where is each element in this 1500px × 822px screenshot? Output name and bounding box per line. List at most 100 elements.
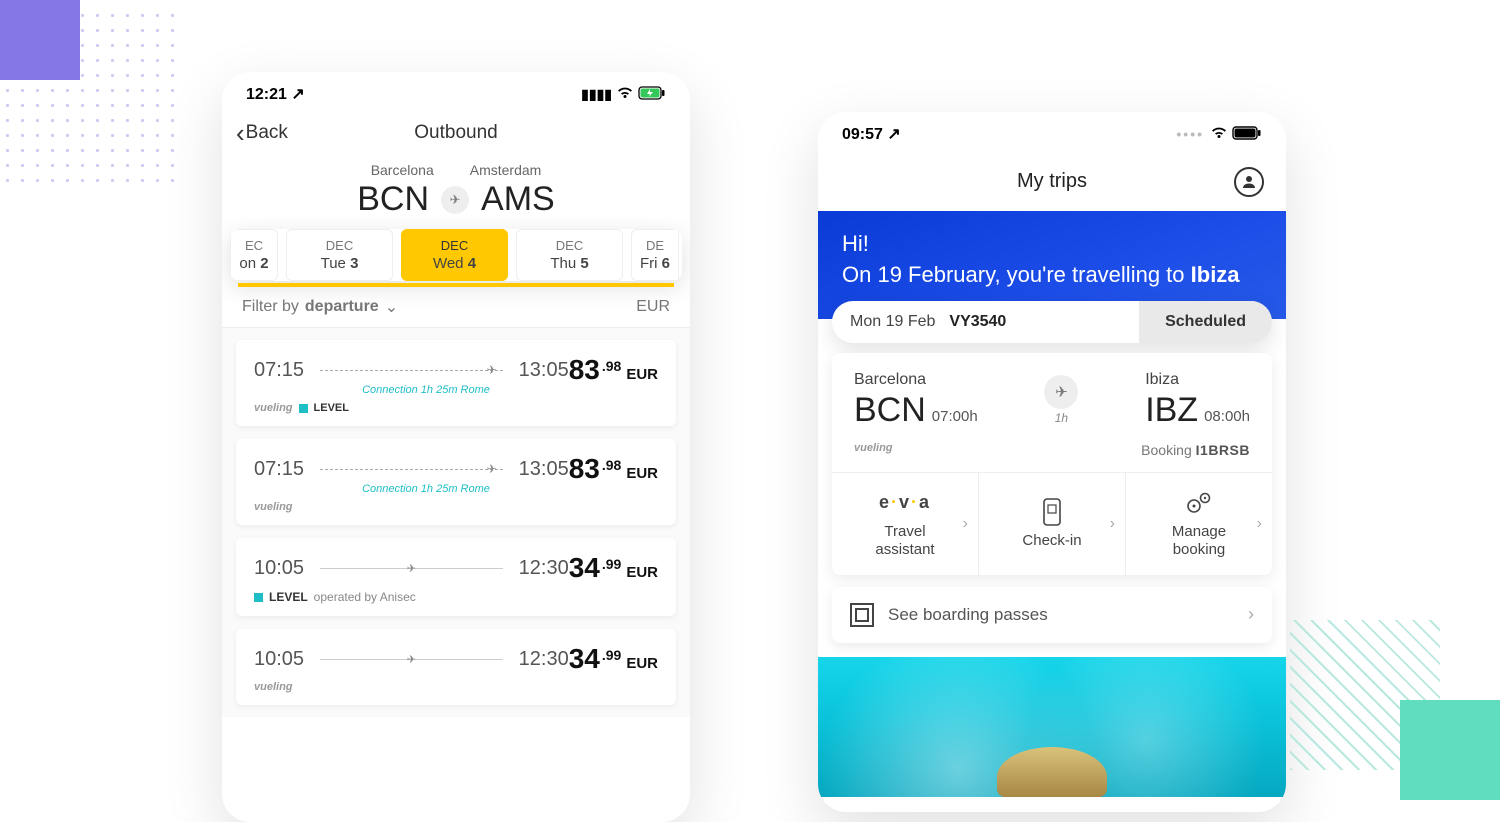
decoration-teal-square (1400, 700, 1500, 800)
flight-times: 07:15✈13:05 (254, 359, 569, 382)
date-day: Tue 3 (287, 255, 392, 272)
back-label: Back (246, 122, 288, 144)
trip-status-button[interactable]: Scheduled (1139, 301, 1272, 343)
signal-icon: ▮▮▮▮ (581, 86, 612, 103)
header: My trips (818, 156, 1286, 211)
arrival-time: 13:05 (519, 458, 569, 481)
price-main: 83 (569, 354, 600, 386)
from-code: BCN (357, 180, 429, 219)
hero-subtitle: On 19 February, you're travelling to Ibi… (842, 260, 1262, 291)
status-time: 12:21 ↗ (246, 84, 305, 104)
price-decimal: .98 (602, 358, 621, 374)
departure-time: 07:15 (254, 458, 304, 481)
location-icon: ↗ (887, 126, 900, 143)
date-tab[interactable]: DEFri 6 (631, 229, 679, 281)
date-strip[interactable]: ECon 2DECTue 3DECWed 4DECThu 5DEFri 6 (230, 229, 682, 281)
price-main: 34 (569, 643, 600, 675)
flight-card[interactable]: 10:05✈12:3034.99EURLEVEL operated by Ani… (236, 538, 676, 616)
wifi-icon (1210, 126, 1228, 143)
chevron-down-icon: ⌄ (385, 297, 398, 317)
date-tab[interactable]: DEC Thu 5 (516, 229, 623, 281)
boarding-pass-icon (850, 603, 874, 627)
operated-by: operated by Anisec (314, 590, 416, 604)
date-tab[interactable]: DEC Tue 3 (286, 229, 393, 281)
from-time: 07:00h (932, 408, 978, 425)
profile-button[interactable] (1234, 167, 1264, 197)
trip-actions: e·v·a Travel assistant › Check-in › Mana… (832, 472, 1272, 575)
page-title: My trips (1017, 170, 1087, 193)
plane-small-icon: ✈ (407, 653, 416, 666)
action-label: Travel assistant (875, 523, 934, 559)
accent-underline (238, 283, 674, 287)
to-time: 08:00h (1204, 408, 1250, 425)
date-tab[interactable]: DECWed 4 (401, 229, 508, 281)
plane-small-icon: ✈ (407, 562, 416, 575)
airline-row: LEVEL operated by Anisec (254, 590, 658, 604)
action-label: Check-in (1022, 532, 1081, 550)
status-icons: ▮▮▮▮ (581, 86, 666, 103)
trip-date: Mon 19 Feb (850, 313, 935, 331)
user-icon (1240, 173, 1258, 191)
flight-number: VY3540 (949, 313, 1006, 331)
flight-card[interactable]: 07:15✈13:0583.98EURConnection 1h 25m Rom… (236, 439, 676, 525)
price-main: 83 (569, 453, 600, 485)
boarding-label: See boarding passes (888, 605, 1248, 625)
chevron-right-icon: › (1257, 515, 1262, 533)
price-currency: EUR (626, 655, 658, 672)
back-button[interactable]: ‹ Back (236, 120, 288, 146)
trip-route: Barcelona BCN 07:00h ✈ 1h Ibiza IBZ 08:0… (832, 353, 1272, 438)
airline-vueling: vueling (254, 681, 293, 693)
filter-button[interactable]: Filter by departure ⌄ (242, 297, 398, 317)
manage-booking-button[interactable]: Manage booking › (1126, 473, 1272, 575)
date-month: DEC (517, 238, 622, 253)
departure-time: 07:15 (254, 359, 304, 382)
wifi-icon (616, 86, 634, 103)
level-badge-icon (299, 404, 308, 413)
checkin-button[interactable]: Check-in › (979, 473, 1126, 575)
flight-line: ✈ (320, 370, 503, 371)
destination-image (818, 657, 1286, 797)
nav-header: ‹ Back Outbound (222, 116, 690, 158)
decoration-purple-square (0, 0, 80, 80)
status-time: 09:57 ↗ (842, 124, 901, 144)
trip-card: Barcelona BCN 07:00h ✈ 1h Ibiza IBZ 08:0… (832, 353, 1272, 575)
filter-row: Filter by departure ⌄ EUR (222, 287, 690, 328)
to-code: IBZ (1145, 391, 1198, 430)
gears-icon (1184, 489, 1214, 517)
status-bar: 09:57 ↗ •••• (818, 112, 1286, 156)
price-decimal: .99 (602, 556, 621, 572)
departure-time: 10:05 (254, 648, 304, 671)
filter-prefix: Filter by (242, 298, 299, 316)
travel-assistant-button[interactable]: e·v·a Travel assistant › (832, 473, 979, 575)
boat-illustration (997, 747, 1107, 797)
airline-brand: vueling (854, 442, 893, 458)
airline-vueling: vueling (254, 402, 293, 414)
filter-emphasis: departure (305, 298, 379, 316)
flight-line: ✈ (320, 568, 503, 569)
status-bar: 12:21 ↗ ▮▮▮▮ (222, 72, 690, 116)
date-tab[interactable]: ECon 2 (230, 229, 278, 281)
date-month: DEC (287, 238, 392, 253)
date-month: DEC (402, 238, 507, 253)
date-day: Thu 5 (517, 255, 622, 272)
date-day: Fri 6 (632, 255, 678, 272)
price: 83.98EUR (569, 354, 658, 386)
price-currency: EUR (626, 465, 658, 482)
price: 83.98EUR (569, 453, 658, 485)
booking-reference: Booking I1BRSB (1141, 442, 1250, 458)
flight-card[interactable]: 07:15✈13:0583.98EURConnection 1h 25m Rom… (236, 340, 676, 426)
hero-greeting: Hi! (842, 229, 1262, 260)
airline-level: LEVEL (314, 402, 349, 414)
date-day: on 2 (231, 255, 277, 272)
departure-time: 10:05 (254, 557, 304, 580)
flight-times: 10:05✈12:30 (254, 648, 569, 671)
status-icons: •••• (1176, 126, 1262, 143)
boarding-passes-button[interactable]: See boarding passes › (832, 587, 1272, 643)
flight-card[interactable]: 10:05✈12:3034.99EURvueling (236, 629, 676, 705)
flight-times: 07:15✈13:05 (254, 458, 569, 481)
signal-dots-icon: •••• (1176, 126, 1204, 142)
page-title: Outbound (414, 122, 497, 144)
airline-row: vueling (254, 501, 658, 513)
plane-icon: ✈ (441, 186, 469, 214)
trip-pill-info[interactable]: Mon 19 Feb VY3540 (832, 301, 1139, 343)
